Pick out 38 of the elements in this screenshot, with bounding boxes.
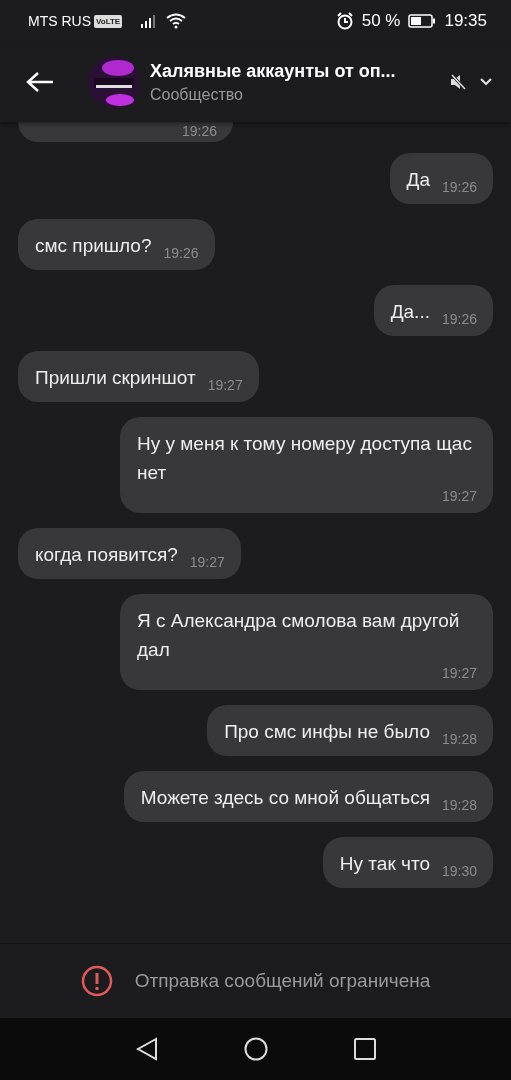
alarm-icon bbox=[335, 12, 354, 30]
chat-subtitle: Сообщество bbox=[150, 85, 244, 104]
message-time: 19:27 bbox=[189, 553, 225, 571]
chevron-down-icon[interactable] bbox=[479, 77, 493, 87]
message-time: 19:27 bbox=[441, 664, 477, 682]
message-time: 19:28 bbox=[441, 796, 477, 814]
message-time: 19:27 bbox=[207, 376, 243, 394]
community-avatar[interactable] bbox=[88, 56, 140, 108]
message-text: Я с Александра смолова вам другой дал bbox=[137, 609, 461, 662]
message-text: Про смс инфы не было bbox=[224, 720, 430, 744]
message-text: Пришли скриншот bbox=[35, 366, 196, 390]
message-text: смс пришло? bbox=[35, 234, 152, 258]
message-text: Можете здесь со мной общаться bbox=[140, 786, 430, 810]
carrier-name: MTS RUS bbox=[28, 13, 91, 29]
message-text: Да bbox=[406, 168, 430, 192]
message-time: 19:26 bbox=[182, 122, 218, 140]
wifi-icon bbox=[166, 13, 187, 29]
back-nav-icon[interactable] bbox=[135, 1037, 158, 1061]
clock: 19:35 bbox=[444, 11, 487, 31]
back-arrow-icon[interactable] bbox=[26, 71, 54, 93]
message-time: 19:26 bbox=[441, 178, 477, 196]
message-text: Ну у меня к тому номеру доступа щас нет bbox=[137, 432, 473, 485]
message-time: 19:28 bbox=[441, 730, 477, 748]
restriction-notice: Отправка сообщений ограничена bbox=[134, 970, 431, 992]
message-text: Ну так что bbox=[339, 852, 430, 876]
chat-title[interactable]: Халявные аккаунты от оп... bbox=[150, 60, 449, 82]
battery-percent: 50 % bbox=[361, 11, 401, 31]
volte-badge: VoLTE bbox=[94, 14, 123, 28]
message-time: 19:30 bbox=[441, 862, 477, 880]
message-time: 19:26 bbox=[441, 310, 477, 328]
message-time: 19:26 bbox=[163, 244, 199, 262]
recents-nav-icon[interactable] bbox=[353, 1038, 376, 1060]
message-text: Да... bbox=[390, 300, 430, 324]
home-nav-icon[interactable] bbox=[243, 1037, 268, 1061]
battery-icon bbox=[408, 14, 437, 28]
warning-icon bbox=[80, 965, 113, 997]
message-text: когда появится? bbox=[35, 543, 178, 567]
message-time: 19:27 bbox=[441, 487, 477, 505]
